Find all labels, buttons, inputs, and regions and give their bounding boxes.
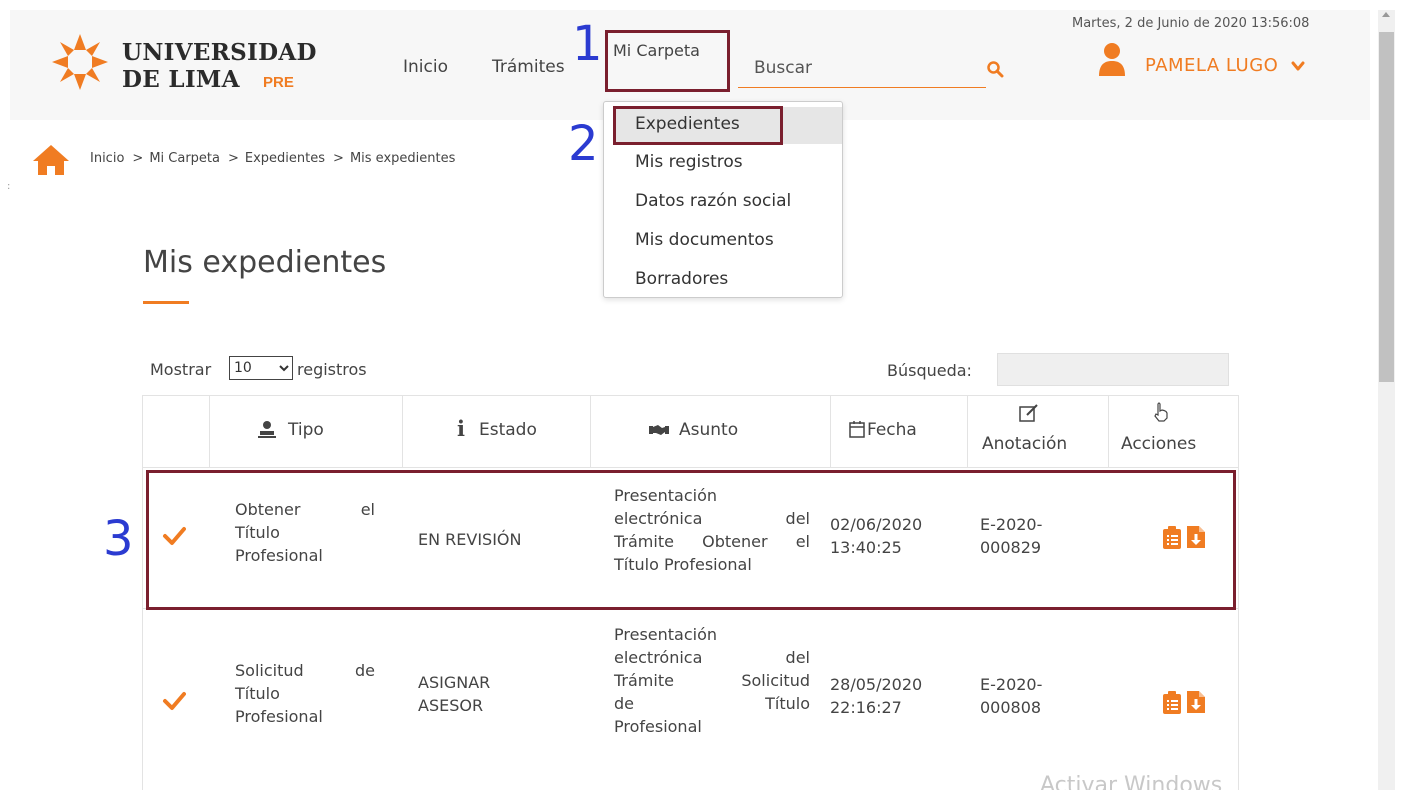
records-label: registros bbox=[297, 360, 367, 379]
cell-tipo-line: Profesional bbox=[235, 707, 323, 726]
cell-estado: ASIGNAR ASESOR bbox=[418, 671, 490, 717]
windows-activation-watermark: Activar Windows bbox=[1040, 773, 1223, 790]
cell-anotacion: E-2020- 000808 bbox=[980, 673, 1042, 719]
column-header-check bbox=[142, 395, 210, 467]
logo-text-line1: UNIVERSIDAD bbox=[122, 39, 317, 66]
column-header-label: Anotación bbox=[982, 434, 1068, 454]
user-icon[interactable] bbox=[1097, 42, 1127, 76]
cell-estado-line: ASESOR bbox=[418, 696, 484, 715]
calendar-icon bbox=[849, 421, 865, 438]
column-header-label: Acciones bbox=[1121, 434, 1197, 454]
nav-inicio[interactable]: Inicio bbox=[403, 57, 448, 77]
column-header-tipo[interactable]: Tipo bbox=[210, 395, 403, 467]
dropdown-item-borradores[interactable]: Borradores bbox=[635, 269, 728, 289]
dropdown-item-mis-documentos[interactable]: Mis documentos bbox=[635, 230, 774, 250]
left-edge-mark: : bbox=[7, 181, 11, 192]
cell-asunto: Presentación electrónica del Trámite Sol… bbox=[614, 623, 810, 738]
cell-anotacion-line: E-2020- bbox=[980, 675, 1043, 694]
cell-tipo-line: Título bbox=[235, 684, 280, 703]
dropdown-item-datos-razon-social[interactable]: Datos razón social bbox=[635, 191, 791, 211]
hand-pointer-icon bbox=[1154, 402, 1168, 422]
breadcrumb-item-expedientes[interactable]: Expedientes bbox=[245, 151, 325, 166]
cell-asunto-line: de Título bbox=[614, 694, 810, 713]
entries-per-page-select[interactable]: 10 bbox=[229, 356, 293, 380]
column-header-label: Asunto bbox=[679, 420, 739, 440]
column-header-acciones[interactable]: Acciones bbox=[1109, 395, 1239, 467]
check-icon bbox=[163, 692, 186, 710]
column-header-estado[interactable]: i Estado bbox=[403, 395, 591, 467]
info-icon: i bbox=[457, 416, 465, 441]
column-divider bbox=[1238, 467, 1239, 790]
cell-fecha-time: 22:16:27 bbox=[830, 698, 902, 717]
cell-tipo: Solicitud de Título Profesional bbox=[235, 659, 375, 728]
university-logo-icon[interactable] bbox=[50, 32, 110, 92]
chevron-down-icon[interactable] bbox=[1290, 59, 1306, 73]
column-header-label: Tipo bbox=[288, 420, 324, 440]
breadcrumb-item-mis-expedientes: Mis expedientes bbox=[349, 151, 456, 166]
annotation-number-3: 3 bbox=[103, 511, 134, 567]
column-header-fecha[interactable]: Fecha bbox=[831, 395, 968, 467]
column-header-asunto[interactable]: Asunto bbox=[591, 395, 831, 467]
home-icon[interactable] bbox=[32, 143, 70, 177]
annotation-box-2 bbox=[613, 106, 783, 145]
file-download-icon[interactable] bbox=[1186, 690, 1206, 714]
cell-asunto-line: electrónica del bbox=[614, 648, 810, 667]
cell-estado-line: ASIGNAR bbox=[418, 673, 491, 692]
logo-text-line2: DE LIMA bbox=[122, 66, 240, 93]
scroll-up-arrow-icon[interactable] bbox=[1382, 12, 1390, 17]
breadcrumb: Inicio > Mi Carpeta > Expedientes > Mis expedi… bbox=[90, 151, 459, 166]
cell-anotacion-line: 000808 bbox=[980, 698, 1042, 717]
dropdown-item-mis-registros[interactable]: Mis registros bbox=[635, 152, 743, 172]
cell-tipo-word: de bbox=[355, 661, 375, 680]
annotation-box-1 bbox=[605, 30, 730, 92]
breadcrumb-separator: > bbox=[132, 151, 144, 166]
page: UNIVERSIDAD DE LIMA PRE Inicio Trámites … bbox=[0, 0, 1405, 790]
table-search-input[interactable] bbox=[997, 353, 1229, 386]
current-datetime: Martes, 2 de Junio de 2020 13:56:08 bbox=[1072, 16, 1310, 31]
cell-asunto-line: Profesional bbox=[614, 717, 702, 736]
cell-asunto-line: Trámite Solicitud bbox=[614, 671, 810, 690]
annotation-number-1: 1 bbox=[572, 16, 603, 72]
page-title: Mis expedientes bbox=[143, 245, 387, 280]
logo-pre-badge: PRE bbox=[263, 74, 294, 91]
breadcrumb-item-mi-carpeta[interactable]: Mi Carpeta bbox=[149, 151, 220, 166]
cell-fecha-date: 28/05/2020 bbox=[830, 675, 923, 694]
table-search-label: Búsqueda: bbox=[887, 361, 972, 380]
user-name[interactable]: PAMELA LUGO bbox=[1145, 55, 1278, 76]
column-divider bbox=[142, 467, 143, 790]
scrollbar-thumb[interactable] bbox=[1379, 32, 1394, 382]
breadcrumb-item-inicio[interactable]: Inicio bbox=[90, 151, 124, 166]
nav-tramites[interactable]: Trámites bbox=[492, 57, 565, 77]
cell-tipo-word: Solicitud bbox=[235, 661, 304, 680]
annotation-number-2: 2 bbox=[568, 116, 599, 172]
cell-fecha: 28/05/2020 22:16:27 bbox=[830, 673, 922, 719]
user-icon bbox=[258, 421, 276, 438]
title-underline bbox=[143, 301, 189, 304]
search-input[interactable] bbox=[738, 48, 986, 88]
edit-icon bbox=[1019, 404, 1038, 422]
handshake-icon bbox=[649, 425, 669, 435]
table-row[interactable]: Solicitud de Título Profesional ASIGNAR A… bbox=[142, 609, 1239, 790]
annotation-box-3 bbox=[146, 470, 1236, 610]
breadcrumb-separator: > bbox=[333, 151, 344, 166]
column-header-label: Estado bbox=[479, 420, 537, 440]
column-header-label: Fecha bbox=[867, 420, 917, 440]
show-entries-label: Mostrar bbox=[150, 360, 212, 379]
clipboard-list-icon[interactable] bbox=[1162, 691, 1182, 715]
cell-asunto-line: Presentación bbox=[614, 625, 718, 644]
column-header-anotacion[interactable]: Anotación bbox=[968, 395, 1109, 467]
search-icon[interactable] bbox=[986, 60, 1004, 78]
breadcrumb-separator: > bbox=[227, 151, 239, 166]
